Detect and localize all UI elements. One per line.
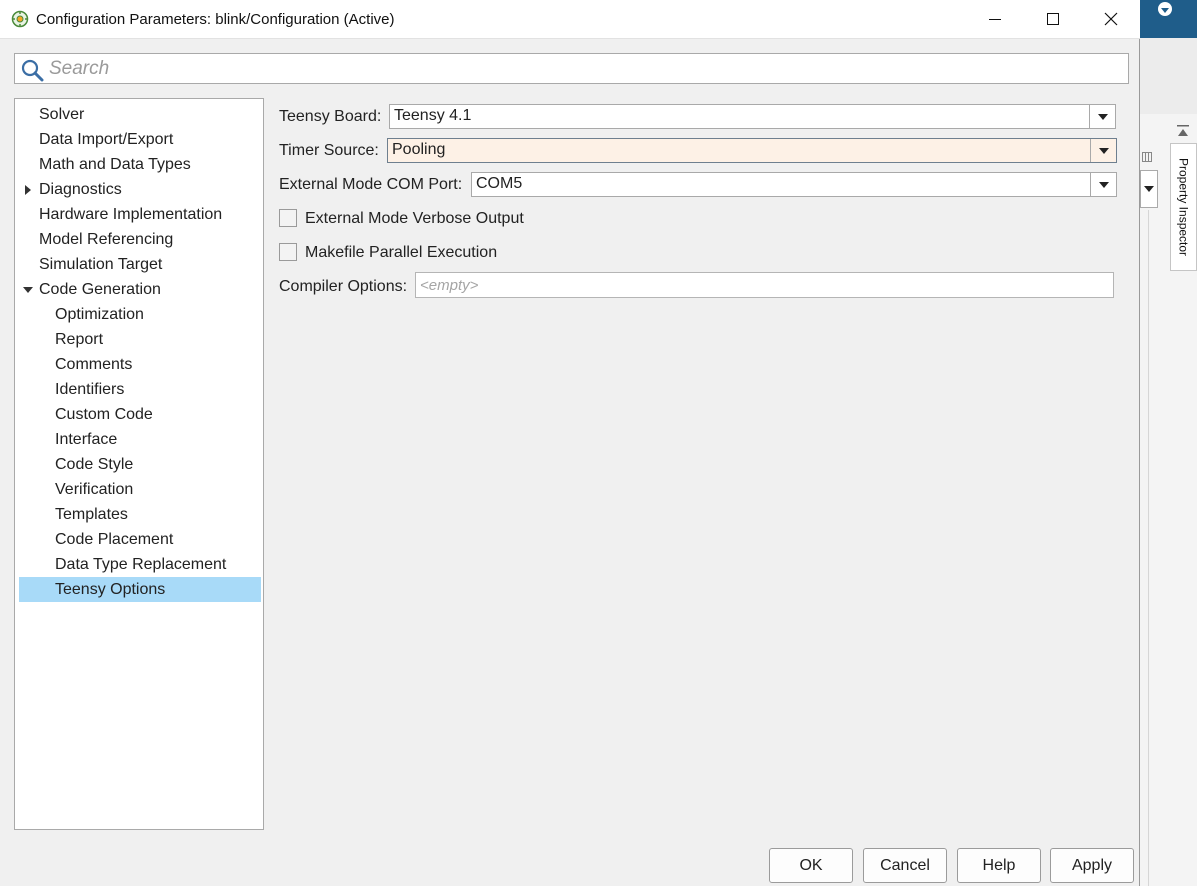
background-dropdown[interactable] bbox=[1140, 170, 1158, 208]
close-icon bbox=[1104, 12, 1118, 26]
tree-item-hardware-implementation[interactable]: Hardware Implementation bbox=[19, 202, 261, 227]
tree-item-label: Optimization bbox=[55, 306, 144, 323]
compiler-options-label: Compiler Options: bbox=[279, 278, 408, 295]
tree-item-optimization[interactable]: Optimization bbox=[19, 302, 261, 327]
collapse-up-icon[interactable] bbox=[1176, 124, 1190, 138]
parallel-exec-label: Makefile Parallel Execution bbox=[305, 244, 498, 261]
tree-item-math-and-data-types[interactable]: Math and Data Types bbox=[19, 152, 261, 177]
expand-right-icon[interactable] bbox=[23, 185, 33, 195]
tree-item-code-placement[interactable]: Code Placement bbox=[19, 527, 261, 552]
maximize-button[interactable] bbox=[1024, 0, 1082, 38]
expand-down-icon[interactable] bbox=[23, 285, 33, 295]
tree-item-label: Code Style bbox=[55, 456, 134, 473]
tree-item-data-type-replacement[interactable]: Data Type Replacement bbox=[19, 552, 261, 577]
tree-item-custom-code[interactable]: Custom Code bbox=[19, 402, 261, 427]
chevron-down-icon bbox=[1097, 113, 1108, 120]
background-app-panel: Property Inspector bbox=[1139, 0, 1197, 886]
chevron-down-circle-icon bbox=[1158, 2, 1172, 16]
tree-item-comments[interactable]: Comments bbox=[19, 352, 261, 377]
tree-item-templates[interactable]: Templates bbox=[19, 502, 261, 527]
title-bar[interactable]: Configuration Parameters: blink/Configur… bbox=[0, 0, 1140, 39]
background-app-strip bbox=[1140, 38, 1197, 114]
tree-item-label: Templates bbox=[55, 506, 128, 523]
tree-item-verification[interactable]: Verification bbox=[19, 477, 261, 502]
timer-source-select[interactable]: Pooling bbox=[387, 138, 1117, 163]
window-title: Configuration Parameters: blink/Configur… bbox=[36, 11, 395, 28]
com-port-select[interactable]: COM5 bbox=[471, 172, 1117, 197]
tree-item-label: Simulation Target bbox=[39, 256, 163, 273]
divider bbox=[1148, 210, 1149, 886]
category-tree: Solver Data Import/Export Math and Data … bbox=[14, 98, 264, 830]
timer-source-label: Timer Source: bbox=[279, 142, 379, 159]
cancel-button[interactable]: Cancel bbox=[863, 848, 947, 883]
com-port-label: External Mode COM Port: bbox=[279, 176, 463, 193]
close-button[interactable] bbox=[1082, 0, 1140, 38]
tree-item-identifiers[interactable]: Identifiers bbox=[19, 377, 261, 402]
configuration-dialog: Configuration Parameters: blink/Configur… bbox=[0, 0, 1140, 886]
search-icon bbox=[21, 59, 44, 82]
grid-icon bbox=[1142, 152, 1152, 162]
tree-item-label: Data Type Replacement bbox=[55, 556, 227, 573]
tree-item-label: Solver bbox=[39, 106, 85, 123]
verbose-output-label: External Mode Verbose Output bbox=[305, 210, 524, 227]
teensy-board-select[interactable]: Teensy 4.1 bbox=[389, 104, 1116, 129]
tree-item-label: Code Generation bbox=[39, 281, 161, 298]
tree-item-data-import-export[interactable]: Data Import/Export bbox=[19, 127, 261, 152]
ok-button[interactable]: OK bbox=[769, 848, 853, 883]
tree-item-label: Report bbox=[55, 331, 104, 348]
tree-item-label: Comments bbox=[55, 356, 133, 373]
minimize-icon bbox=[989, 18, 1001, 20]
timer-source-value: Pooling bbox=[392, 141, 446, 158]
tree-item-report[interactable]: Report bbox=[19, 327, 261, 352]
search-box bbox=[14, 53, 1129, 84]
tree-item-label: Interface bbox=[55, 431, 118, 448]
tree-item-simulation-target[interactable]: Simulation Target bbox=[19, 252, 261, 277]
com-port-value: COM5 bbox=[476, 175, 523, 192]
tree-item-solver[interactable]: Solver bbox=[19, 102, 261, 127]
teensy-board-dropdown-button[interactable] bbox=[1089, 105, 1115, 128]
tree-item-label: Hardware Implementation bbox=[39, 206, 223, 223]
tree-item-label: Verification bbox=[55, 481, 134, 498]
tree-item-label: Teensy Options bbox=[55, 581, 166, 598]
maximize-icon bbox=[1047, 13, 1059, 25]
compiler-options-input[interactable] bbox=[415, 272, 1114, 298]
tree-item-label: Diagnostics bbox=[39, 181, 122, 198]
background-dropdown-button[interactable] bbox=[1150, 0, 1180, 18]
tree-item-code-generation[interactable]: Code Generation bbox=[19, 277, 261, 302]
teensy-board-value: Teensy 4.1 bbox=[394, 107, 472, 124]
tree-item-label: Data Import/Export bbox=[39, 131, 174, 148]
chevron-down-icon bbox=[1098, 147, 1109, 154]
tree-item-label: Math and Data Types bbox=[39, 156, 191, 173]
chevron-down-icon bbox=[1098, 181, 1109, 188]
tree-item-label: Code Placement bbox=[55, 531, 174, 548]
tree-item-model-referencing[interactable]: Model Referencing bbox=[19, 227, 261, 252]
tree-item-diagnostics[interactable]: Diagnostics bbox=[19, 177, 261, 202]
apply-button[interactable]: Apply bbox=[1050, 848, 1134, 883]
tree-item-interface[interactable]: Interface bbox=[19, 427, 261, 452]
com-port-dropdown-button[interactable] bbox=[1090, 173, 1116, 196]
minimize-button[interactable] bbox=[966, 0, 1024, 38]
timer-source-dropdown-button[interactable] bbox=[1090, 139, 1116, 162]
tree-item-teensy-options[interactable]: Teensy Options bbox=[19, 577, 261, 602]
verbose-output-checkbox[interactable] bbox=[279, 209, 297, 227]
search-input[interactable] bbox=[47, 55, 1117, 82]
help-button[interactable]: Help bbox=[957, 848, 1041, 883]
tree-item-label: Model Referencing bbox=[39, 231, 174, 248]
config-gear-icon bbox=[11, 10, 29, 28]
tree-item-label: Identifiers bbox=[55, 381, 125, 398]
tree-item-code-style[interactable]: Code Style bbox=[19, 452, 261, 477]
parallel-exec-checkbox[interactable] bbox=[279, 243, 297, 261]
tree-item-label: Custom Code bbox=[55, 406, 153, 423]
property-inspector-tab[interactable]: Property Inspector bbox=[1170, 143, 1197, 271]
teensy-board-label: Teensy Board: bbox=[279, 108, 382, 125]
